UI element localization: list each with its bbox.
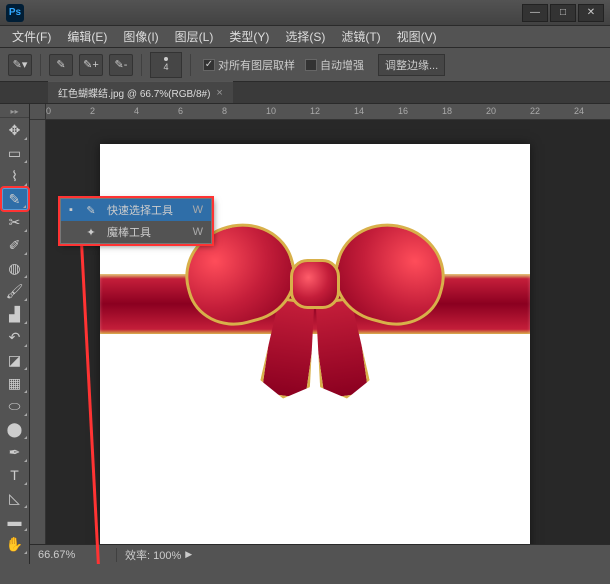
menu-type[interactable]: 类型(Y) <box>221 26 277 47</box>
tool-lasso[interactable]: ⌇ <box>2 165 28 187</box>
tool-pen[interactable]: ✒ <box>2 441 28 463</box>
ruler-tick: 10 <box>266 106 276 116</box>
document-tab[interactable]: 红色蝴蝶结.jpg @ 66.7%(RGB/8#) × <box>48 81 233 103</box>
horizontal-ruler[interactable]: 024681012141618202224 <box>46 104 610 120</box>
ruler-tick: 18 <box>442 106 452 116</box>
ruler-tick: 24 <box>574 106 584 116</box>
window-controls: — □ ✕ <box>520 4 604 22</box>
tool-stamp[interactable]: ▟ <box>2 303 28 325</box>
canvas-area: 024681012141618202224 ▪ ✎ 快速选择工具 W <box>30 104 610 564</box>
menu-filter[interactable]: 滤镜(T) <box>333 26 388 47</box>
quick-selection-icon: ✎ <box>83 204 99 217</box>
auto-enhance-checkbox[interactable]: 自动增强 <box>305 57 364 73</box>
magic-wand-icon: ✦ <box>83 226 99 239</box>
brush-picker[interactable]: 4 <box>150 52 182 78</box>
menubar: 文件(F) 编辑(E) 图像(I) 图层(L) 类型(Y) 选择(S) 滤镜(T… <box>0 26 610 48</box>
tool-shape[interactable]: ▬ <box>2 510 28 532</box>
new-selection-button[interactable]: ✎ <box>49 54 73 76</box>
tool-move[interactable]: ✥ <box>2 119 28 141</box>
tool-hand[interactable]: ✋ <box>2 533 28 555</box>
ruler-tick: 2 <box>90 106 95 116</box>
tab-close-icon[interactable]: × <box>216 87 222 99</box>
tool-eraser[interactable]: ◪ <box>2 349 28 371</box>
ruler-tick: 4 <box>134 106 139 116</box>
tool-preset-button[interactable]: ✎▾ <box>8 54 32 76</box>
tool-crop[interactable]: ✂ <box>2 211 28 233</box>
ruler-tick: 0 <box>46 106 51 116</box>
subtract-selection-button[interactable]: ✎- <box>109 54 133 76</box>
options-bar: ✎▾ ✎ ✎+ ✎- 4 ✓对所有图层取样 自动增强 调整边缘... <box>0 48 610 82</box>
app-logo: Ps <box>6 4 24 22</box>
document-tabbar: 红色蝴蝶结.jpg @ 66.7%(RGB/8#) × <box>0 82 610 104</box>
bow-image <box>185 214 445 394</box>
tool-flyout-menu: ▪ ✎ 快速选择工具 W ✦ 魔棒工具 W <box>60 198 212 244</box>
titlebar: Ps — □ ✕ <box>0 0 610 26</box>
tool-text[interactable]: T <box>2 464 28 486</box>
efficiency-label[interactable]: 效率: 100% <box>125 547 181 563</box>
ruler-tick: 6 <box>178 106 183 116</box>
tab-label: 红色蝴蝶结.jpg @ 66.7%(RGB/8#) <box>58 85 210 100</box>
tool-path[interactable]: ◺ <box>2 487 28 509</box>
ruler-tick: 8 <box>222 106 227 116</box>
tool-eyedropper[interactable]: ✐ <box>2 234 28 256</box>
flyout-quick-selection[interactable]: ▪ ✎ 快速选择工具 W <box>61 199 211 221</box>
minimize-button[interactable]: — <box>522 4 548 22</box>
ruler-tick: 20 <box>486 106 496 116</box>
menu-image[interactable]: 图像(I) <box>115 26 166 47</box>
tool-marquee[interactable]: ▭ <box>2 142 28 164</box>
toolbox: ▸▸ ✥▭⌇✎✂✐◍🖌▟↶◪▦⬭⬤✒T◺▬✋ <box>0 104 30 564</box>
status-menu-icon[interactable]: ▶ <box>185 549 192 560</box>
vertical-ruler[interactable] <box>30 120 46 564</box>
menu-file[interactable]: 文件(F) <box>4 26 59 47</box>
flyout-magic-wand[interactable]: ✦ 魔棒工具 W <box>61 221 211 243</box>
ruler-tick: 22 <box>530 106 540 116</box>
menu-layer[interactable]: 图层(L) <box>167 26 222 47</box>
tool-history[interactable]: ↶ <box>2 326 28 348</box>
ruler-tick: 14 <box>354 106 364 116</box>
tool-healing[interactable]: ◍ <box>2 257 28 279</box>
ruler-tick: 16 <box>398 106 408 116</box>
tool-gradient[interactable]: ▦ <box>2 372 28 394</box>
menu-view[interactable]: 视图(V) <box>389 26 445 47</box>
menu-edit[interactable]: 编辑(E) <box>59 26 115 47</box>
ruler-tick: 12 <box>310 106 320 116</box>
tool-dodge[interactable]: ⬤ <box>2 418 28 440</box>
brush-size-value: 4 <box>163 62 168 72</box>
refine-edge-button[interactable]: 调整边缘... <box>378 54 445 76</box>
close-button[interactable]: ✕ <box>578 4 604 22</box>
ruler-origin[interactable] <box>30 104 46 120</box>
sample-all-checkbox[interactable]: ✓对所有图层取样 <box>203 57 295 73</box>
menu-select[interactable]: 选择(S) <box>277 26 333 47</box>
add-selection-button[interactable]: ✎+ <box>79 54 103 76</box>
tool-brush[interactable]: 🖌 <box>2 280 28 302</box>
tool-quick-select[interactable]: ✎ <box>2 188 28 210</box>
tool-blur[interactable]: ⬭ <box>2 395 28 417</box>
status-bar: 66.67% 效率: 100% ▶ <box>30 544 610 564</box>
toolbar-collapse[interactable]: ▸▸ <box>0 106 29 118</box>
maximize-button[interactable]: □ <box>550 4 576 22</box>
